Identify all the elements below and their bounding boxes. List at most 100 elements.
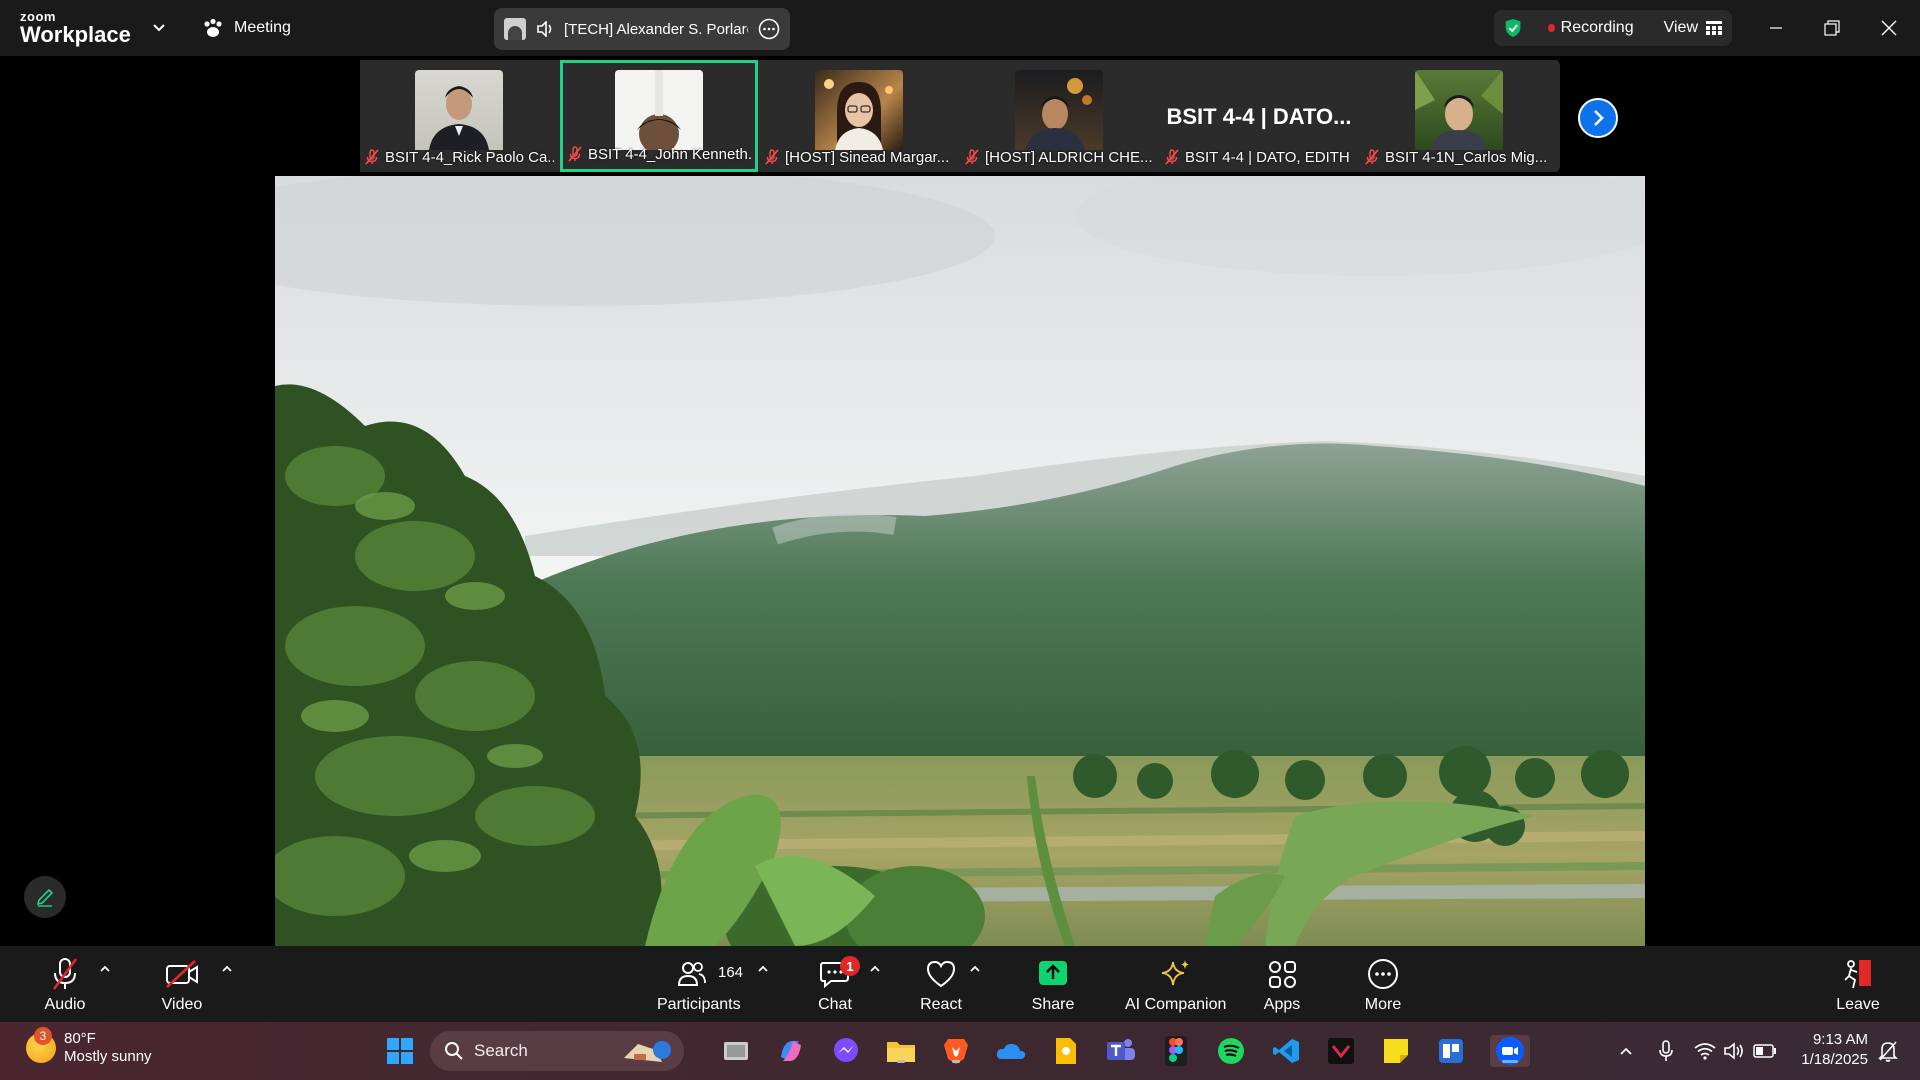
active-speaker-pill[interactable]: [TECH] Alexander S. Porlares [494, 8, 790, 50]
participant-tile[interactable]: [HOST] ALDRICH CHE... [960, 60, 1158, 172]
start-button[interactable] [384, 1035, 416, 1067]
participant-label: [HOST] Sinead Margar... [764, 146, 954, 168]
search-highlight-icon [624, 1041, 671, 1062]
title-bar: zoom Workplace Meeting [TECH] Alexander … [0, 0, 1920, 56]
participant-name: BSIT 4-1N_Carlos Mig... [1385, 148, 1548, 166]
participant-tile[interactable]: BSIT 4-1N_Carlos Mig... [1360, 60, 1558, 172]
zoom-workplace-logo[interactable]: zoom Workplace [20, 10, 131, 46]
sticky-notes-button[interactable] [1380, 1035, 1412, 1067]
paw-icon [204, 18, 222, 37]
microphone-tray[interactable] [1654, 1040, 1678, 1062]
participant-name: [HOST] Sinead Margar... [785, 148, 950, 166]
chevron-up-icon[interactable] [98, 962, 112, 976]
mic-muted-icon [52, 958, 78, 990]
file-explorer-button[interactable] [885, 1035, 917, 1067]
zoom-taskbar-button[interactable] [1490, 1035, 1530, 1067]
chevron-up-icon[interactable] [756, 962, 770, 976]
heart-icon [926, 960, 956, 988]
onedrive-button[interactable] [995, 1035, 1027, 1067]
participant-label: BSIT 4-4_Rick Paolo Ca... [364, 146, 554, 168]
meeting-menu-button[interactable]: Meeting [202, 16, 291, 40]
encryption-shield-icon[interactable] [1504, 16, 1522, 40]
minimize-button[interactable] [1760, 12, 1792, 44]
chevron-up-icon [1620, 1047, 1632, 1055]
chevron-up-icon[interactable] [868, 962, 882, 976]
apps-icon [1269, 961, 1296, 988]
close-icon [1881, 20, 1897, 36]
figma-icon [1165, 1036, 1187, 1066]
app-button[interactable] [1325, 1035, 1357, 1067]
status-pill: Recording View [1494, 10, 1732, 46]
notifications-button[interactable] [1876, 1040, 1900, 1062]
task-view-button[interactable] [720, 1035, 752, 1067]
vscode-button[interactable] [1270, 1035, 1302, 1067]
chat-label: Chat [818, 996, 852, 1013]
chevron-up-icon[interactable] [220, 962, 234, 976]
participant-tile-active-speaker[interactable]: BSIT 4-4_John Kenneth... [560, 60, 758, 172]
taskbar-search[interactable]: Search [430, 1031, 684, 1071]
brave-button[interactable] [940, 1035, 972, 1067]
spotify-button[interactable] [1215, 1035, 1247, 1067]
battery-tray[interactable] [1753, 1040, 1777, 1062]
volume-icon [1724, 1042, 1743, 1060]
meeting-label: Meeting [234, 19, 291, 36]
active-speaker-name: [TECH] Alexander S. Porlares [564, 20, 748, 38]
copilot-button[interactable] [775, 1035, 807, 1067]
share-label: Share [1031, 996, 1075, 1013]
restore-button[interactable] [1816, 12, 1848, 44]
chevron-down-icon[interactable] [152, 20, 166, 34]
share-screen-icon [1039, 961, 1067, 985]
windows-taskbar: 3 80°F Mostly sunny Search 9:13 AM 1/18/… [0, 1022, 1920, 1080]
recording-label[interactable]: Recording [1561, 19, 1634, 37]
share-button[interactable]: Share [1031, 956, 1075, 1014]
apps-button[interactable]: Apps [1260, 956, 1304, 1014]
more-button[interactable]: More [1361, 956, 1405, 1014]
participant-label: BSIT 4-4_John Kenneth... [567, 143, 751, 165]
weather-widget[interactable]: 3 80°F Mostly sunny [26, 1027, 152, 1066]
chevron-up-icon[interactable] [968, 962, 982, 976]
audio-button[interactable]: Audio [43, 956, 87, 1014]
annotate-button[interactable] [24, 876, 66, 918]
participant-strip: BSIT 4-4_Rick Paolo Ca... BSIT 4-4_John … [360, 60, 1560, 172]
participant-name: BSIT 4-4_John Kenneth... [588, 145, 751, 163]
view-button[interactable]: View [1664, 19, 1722, 37]
close-button[interactable] [1873, 12, 1905, 44]
video-button[interactable]: Video [160, 956, 204, 1014]
teams-icon [1107, 1039, 1135, 1060]
volume-tray[interactable] [1722, 1040, 1746, 1062]
keep-button[interactable] [1050, 1035, 1082, 1067]
leave-door-icon [1844, 960, 1871, 989]
react-button[interactable]: React [919, 956, 963, 1014]
participant-display-name: BSIT 4-4 | DATO... [1166, 104, 1352, 129]
speaker-icon [537, 21, 552, 37]
app-window-button[interactable] [1435, 1035, 1467, 1067]
shared-screen-view[interactable] [275, 176, 1645, 946]
more-options-icon[interactable] [758, 18, 780, 40]
participant-name: BSIT 4-4 | DATO, EDITH [1185, 148, 1350, 166]
pencil-icon [36, 888, 54, 907]
teams-button[interactable] [1105, 1035, 1137, 1067]
leave-button[interactable]: Leave [1836, 956, 1880, 1014]
wifi-tray[interactable] [1693, 1040, 1717, 1062]
figma-button[interactable] [1160, 1035, 1192, 1067]
participant-tile[interactable]: [HOST] Sinead Margar... [760, 60, 958, 172]
participant-tile[interactable]: BSIT 4-4 | DATO... BSIT 4-4 | DATO, EDIT… [1160, 60, 1358, 172]
ai-companion-button[interactable]: AI Companion [1125, 956, 1226, 1014]
mic-muted-icon [765, 149, 779, 165]
grid-view-icon [1706, 21, 1722, 35]
participant-video [815, 70, 903, 150]
video-off-icon [166, 960, 198, 988]
next-page-button[interactable] [1578, 98, 1618, 138]
participant-label: [HOST] ALDRICH CHE... [964, 146, 1154, 168]
more-label: More [1364, 996, 1402, 1013]
participant-tile[interactable]: BSIT 4-4_Rick Paolo Ca... [360, 60, 558, 172]
minimize-icon [1770, 27, 1782, 29]
leave-label: Leave [1836, 996, 1880, 1013]
landscape-image [275, 176, 1645, 946]
taskbar-clock[interactable]: 9:13 AM 1/18/2025 [1792, 1030, 1868, 1069]
keep-notes-icon [1056, 1038, 1076, 1064]
brand-big: Workplace [20, 22, 131, 47]
messenger-button[interactable] [830, 1035, 862, 1067]
participant-label: BSIT 4-4 | DATO, EDITH [1164, 146, 1354, 168]
show-hidden-icons-button[interactable] [1614, 1040, 1638, 1062]
